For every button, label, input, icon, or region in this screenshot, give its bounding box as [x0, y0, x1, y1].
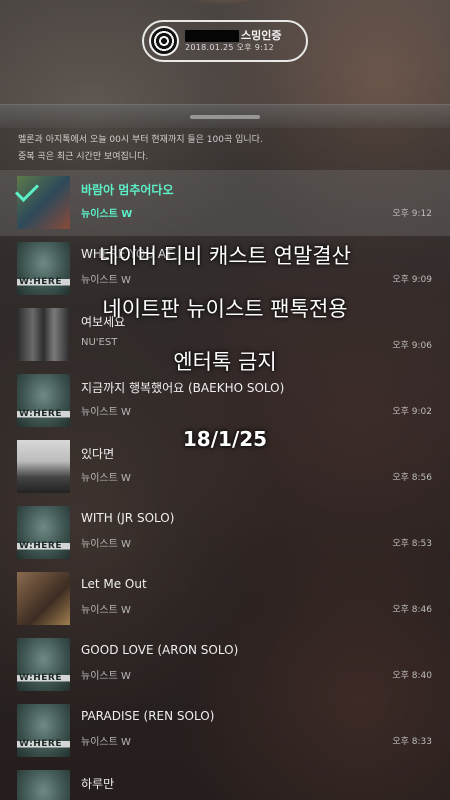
track-artist: 뉴이스트 W	[81, 671, 131, 682]
track-artist: 뉴이스트 W	[81, 407, 131, 418]
track-time: 오후 8:56	[392, 473, 432, 483]
list-item[interactable]: PARADISE (REN SOLO) 뉴이스트 W 오후 8:33	[0, 698, 450, 764]
disc-icon	[149, 26, 179, 56]
track-title: Let Me Out	[81, 577, 147, 591]
overlay-caption-3: 엔터톡 금지	[173, 350, 277, 374]
album-thumbnail	[17, 572, 70, 625]
track-time: 오후 9:12	[392, 209, 432, 219]
overlay-caption-2: 네이트판 뉴이스트 팬톡전용	[102, 297, 348, 321]
list-item[interactable]: GOOD LOVE (ARON SOLO) 뉴이스트 W 오후 8:40	[0, 632, 450, 698]
track-time: 오후 8:46	[392, 605, 432, 615]
overlay-caption-1: 네이버 티비 캐스트 연말결산	[99, 244, 351, 268]
album-thumbnail	[17, 770, 70, 800]
certificate-title: 스밍인증	[241, 29, 282, 43]
track-time: 오후 9:09	[392, 275, 432, 285]
drag-handle[interactable]	[190, 115, 260, 119]
track-title: PARADISE (REN SOLO)	[81, 709, 215, 723]
album-thumbnail	[17, 374, 70, 427]
certificate-date: 2018.01.25 오후 9:12	[185, 42, 274, 52]
track-title: WITH (JR SOLO)	[81, 511, 175, 525]
track-artist: 뉴이스트 W	[81, 605, 131, 616]
redacted-username	[185, 30, 239, 42]
list-item[interactable]: WITH (JR SOLO) 뉴이스트 W 오후 8:53	[0, 500, 450, 566]
streaming-certificate-badge[interactable]: 스밍인증 2018.01.25 오후 9:12	[142, 20, 308, 62]
track-title: 바람아 멈추어다오	[81, 183, 174, 197]
track-time: 오후 8:53	[392, 539, 432, 549]
album-thumbnail	[17, 704, 70, 757]
album-thumbnail	[17, 506, 70, 559]
list-item[interactable]: Let Me Out 뉴이스트 W 오후 8:46	[0, 566, 450, 632]
notice-text: 멜론과 아지톡에서 오늘 00시 부터 현재까지 들은 100곡 입니다. 중복…	[18, 132, 263, 166]
list-item[interactable]: 지금까지 행복했어요 (BAEKHO SOLO) 뉴이스트 W 오후 9:02	[0, 368, 450, 434]
track-time: 오후 9:02	[392, 407, 432, 417]
notice-line-2: 중복 곡은 최근 시간만 보여집니다.	[18, 152, 149, 162]
album-thumbnail	[17, 638, 70, 691]
notice-line-1: 멜론과 아지톡에서 오늘 00시 부터 현재까지 들은 100곡 입니다.	[18, 135, 263, 145]
track-title: 하루만	[81, 777, 115, 791]
track-title: 지금까지 행복했어요 (BAEKHO SOLO)	[81, 381, 285, 395]
track-artist: 뉴이스트 W	[81, 275, 131, 286]
overlay-date: 18/1/25	[182, 427, 268, 451]
track-artist: 뉴이스트 W	[81, 737, 131, 748]
track-artist: 뉴이스트 W	[81, 473, 131, 484]
track-title: GOOD LOVE (ARON SOLO)	[81, 643, 239, 657]
track-time: 오후 8:33	[392, 737, 432, 747]
track-artist: 뉴이스트 W	[81, 209, 133, 220]
track-time: 오후 8:40	[392, 671, 432, 681]
list-item[interactable]: 하루만	[0, 764, 450, 800]
track-artist: 뉴이스트 W	[81, 539, 131, 550]
list-item[interactable]: 바람아 멈추어다오 뉴이스트 W 오후 9:12	[0, 170, 450, 236]
